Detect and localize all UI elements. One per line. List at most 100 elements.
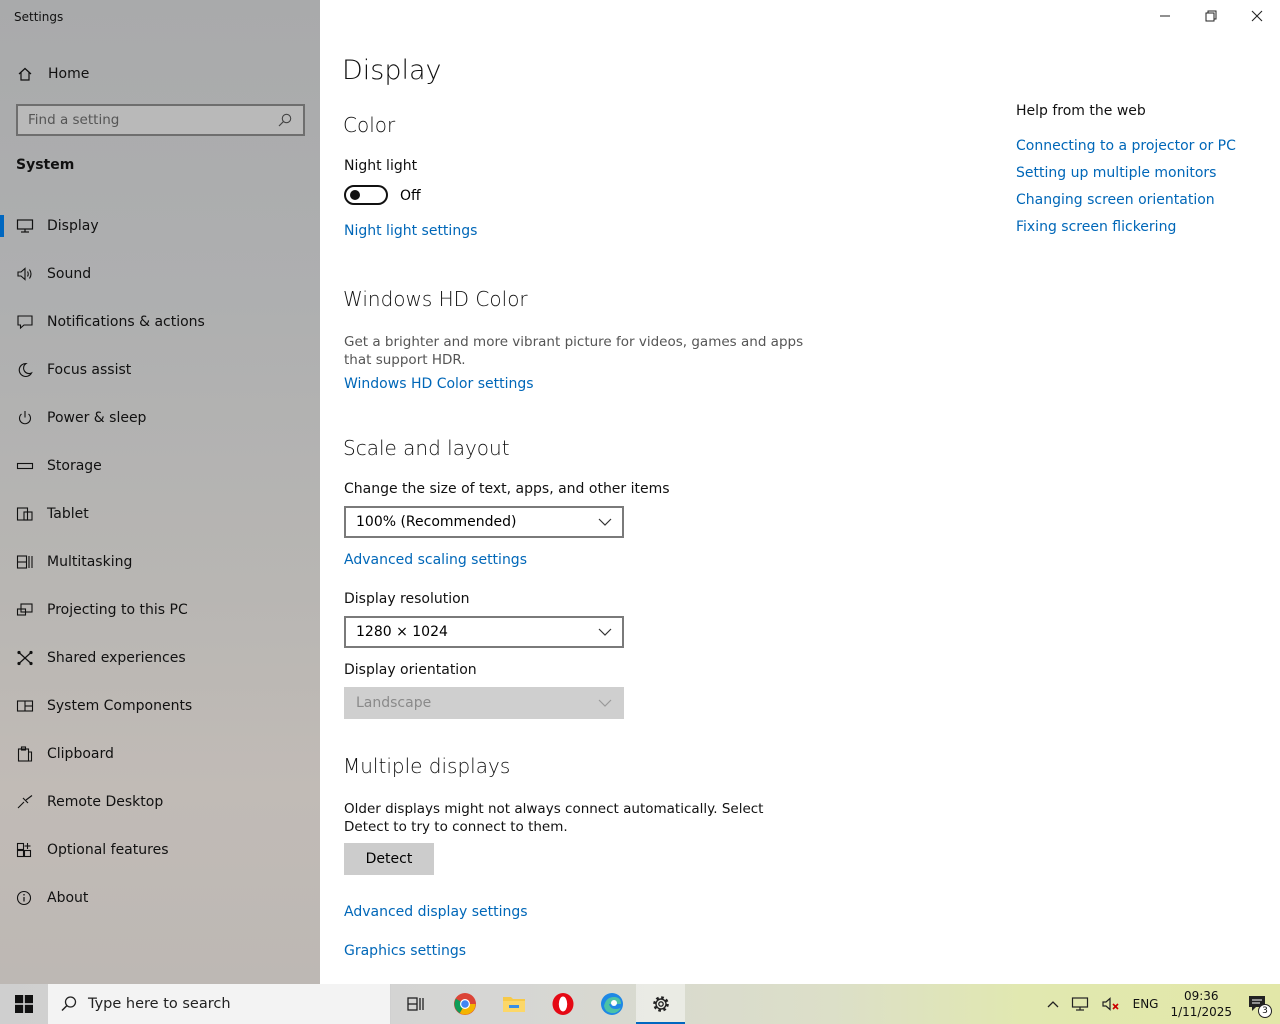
search-icon[interactable] bbox=[277, 112, 293, 128]
orientation-value: Landscape bbox=[356, 695, 432, 711]
sidebar-item-label: Multitasking bbox=[47, 554, 133, 570]
help-title: Help from the web bbox=[1016, 103, 1146, 119]
speaker-icon bbox=[16, 265, 34, 283]
sidebar-item-focus-assist[interactable]: Focus assist bbox=[0, 346, 320, 394]
settings-search-input[interactable] bbox=[28, 112, 277, 128]
restore-button[interactable] bbox=[1188, 0, 1234, 32]
sidebar-item-shared-experiences[interactable]: Shared experiences bbox=[0, 634, 320, 682]
scale-heading: Scale and layout bbox=[343, 436, 510, 460]
display-settings-page: Display Color Night light Off Night ligh… bbox=[320, 0, 1280, 984]
help-link-flickering[interactable]: Fixing screen flickering bbox=[1016, 219, 1176, 235]
storage-icon bbox=[16, 457, 34, 475]
clipboard-icon bbox=[16, 745, 34, 763]
sidebar-item-label: Display bbox=[47, 218, 99, 234]
detect-button[interactable]: Detect bbox=[344, 843, 434, 875]
sidebar-nav: Display Sound Notifications & actions Fo… bbox=[0, 202, 320, 922]
minimize-button[interactable] bbox=[1142, 0, 1188, 32]
speaker-muted-icon bbox=[1102, 997, 1119, 1011]
projector-icon bbox=[16, 601, 34, 619]
app-title: Settings bbox=[14, 10, 64, 24]
search-icon bbox=[60, 995, 78, 1013]
scale-value: 100% (Recommended) bbox=[356, 514, 517, 530]
sidebar-item-tablet[interactable]: Tablet bbox=[0, 490, 320, 538]
resolution-dropdown[interactable]: 1280 × 1024 bbox=[344, 616, 624, 648]
sidebar-item-system-components[interactable]: System Components bbox=[0, 682, 320, 730]
system-tray: ENG 09:36 1/11/2025 3 bbox=[1041, 984, 1280, 1024]
chevron-up-icon bbox=[1047, 1001, 1059, 1008]
edge-icon bbox=[600, 993, 623, 1015]
night-light-toggle[interactable] bbox=[344, 185, 388, 205]
hdr-settings-link[interactable]: Windows HD Color settings bbox=[344, 376, 534, 392]
taskbar: Type here to search ENG 09:36 1/11/2025 … bbox=[0, 984, 1280, 1024]
settings-search-box[interactable] bbox=[16, 104, 305, 136]
clock[interactable]: 09:36 1/11/2025 bbox=[1164, 984, 1238, 1024]
sidebar-item-notifications[interactable]: Notifications & actions bbox=[0, 298, 320, 346]
advanced-scaling-link[interactable]: Advanced scaling settings bbox=[344, 552, 527, 568]
orientation-dropdown[interactable]: Landscape bbox=[344, 687, 624, 719]
sidebar-item-sound[interactable]: Sound bbox=[0, 250, 320, 298]
sidebar-item-label: Remote Desktop bbox=[47, 794, 164, 810]
taskbar-search-box[interactable]: Type here to search bbox=[48, 984, 391, 1024]
task-view-button[interactable] bbox=[391, 984, 440, 1024]
sidebar-item-remote-desktop[interactable]: Remote Desktop bbox=[0, 778, 320, 826]
settings-taskbar-button[interactable] bbox=[636, 984, 685, 1024]
sidebar-item-label: Notifications & actions bbox=[47, 314, 205, 330]
multiple-displays-heading: Multiple displays bbox=[343, 754, 511, 778]
sidebar-item-label: About bbox=[47, 890, 89, 906]
multitasking-icon bbox=[16, 553, 34, 571]
sidebar-item-projecting[interactable]: Projecting to this PC bbox=[0, 586, 320, 634]
action-center-button[interactable]: 3 bbox=[1238, 984, 1280, 1024]
sidebar-item-display[interactable]: Display bbox=[0, 202, 320, 250]
sidebar-item-multitasking[interactable]: Multitasking bbox=[0, 538, 320, 586]
volume-button[interactable] bbox=[1095, 984, 1127, 1024]
window-controls bbox=[1142, 0, 1280, 32]
tablet-icon bbox=[16, 505, 34, 523]
hdr-heading: Windows HD Color bbox=[343, 287, 528, 311]
help-link-projector[interactable]: Connecting to a projector or PC bbox=[1016, 138, 1236, 154]
sidebar-item-clipboard[interactable]: Clipboard bbox=[0, 730, 320, 778]
home-label: Home bbox=[48, 66, 90, 82]
advanced-display-settings-link[interactable]: Advanced display settings bbox=[344, 904, 528, 920]
opera-icon bbox=[552, 993, 573, 1015]
graphics-settings-link[interactable]: Graphics settings bbox=[344, 943, 466, 959]
taskbar-search-placeholder: Type here to search bbox=[88, 996, 231, 1012]
sidebar-item-power-sleep[interactable]: Power & sleep bbox=[0, 394, 320, 442]
chrome-taskbar-button[interactable] bbox=[440, 984, 489, 1024]
close-icon bbox=[1251, 10, 1263, 22]
opera-taskbar-button[interactable] bbox=[538, 984, 587, 1024]
night-light-settings-link[interactable]: Night light settings bbox=[344, 223, 477, 239]
edge-taskbar-button[interactable] bbox=[587, 984, 636, 1024]
help-link-multiple-monitors[interactable]: Setting up multiple monitors bbox=[1016, 165, 1216, 181]
sidebar-item-about[interactable]: About bbox=[0, 874, 320, 922]
folder-icon bbox=[502, 997, 525, 1012]
scale-dropdown[interactable]: 100% (Recommended) bbox=[344, 506, 624, 538]
notification-count-badge: 3 bbox=[1258, 1004, 1272, 1018]
start-button[interactable] bbox=[0, 984, 48, 1024]
network-icon bbox=[1071, 997, 1088, 1011]
toggle-knob bbox=[350, 190, 360, 200]
sidebar-item-label: Projecting to this PC bbox=[47, 602, 188, 618]
info-icon bbox=[16, 889, 34, 907]
minimize-icon bbox=[1160, 15, 1170, 17]
input-language-button[interactable]: ENG bbox=[1127, 984, 1165, 1024]
multiple-displays-description: Older displays might not always connect … bbox=[344, 801, 764, 835]
file-explorer-taskbar-button[interactable] bbox=[489, 984, 538, 1024]
notification-icon bbox=[16, 313, 34, 331]
sidebar-item-label: Tablet bbox=[47, 506, 89, 522]
help-link-orientation[interactable]: Changing screen orientation bbox=[1016, 192, 1215, 208]
section-label-system: System bbox=[16, 157, 75, 173]
color-heading: Color bbox=[343, 113, 396, 137]
chevron-down-icon bbox=[598, 699, 612, 707]
task-view-icon bbox=[406, 997, 424, 1011]
sidebar-item-label: Focus assist bbox=[47, 362, 132, 378]
network-button[interactable] bbox=[1065, 984, 1095, 1024]
night-light-label: Night light bbox=[344, 158, 418, 174]
hdr-description: Get a brighter and more vibrant picture … bbox=[344, 334, 804, 368]
show-hidden-icons-button[interactable] bbox=[1041, 984, 1065, 1024]
home-link[interactable]: Home bbox=[16, 62, 89, 86]
sidebar-item-optional-features[interactable]: Optional features bbox=[0, 826, 320, 874]
sidebar-item-label: Optional features bbox=[47, 842, 169, 858]
sidebar-item-storage[interactable]: Storage bbox=[0, 442, 320, 490]
sidebar-item-label: Storage bbox=[47, 458, 102, 474]
close-button[interactable] bbox=[1234, 0, 1280, 32]
